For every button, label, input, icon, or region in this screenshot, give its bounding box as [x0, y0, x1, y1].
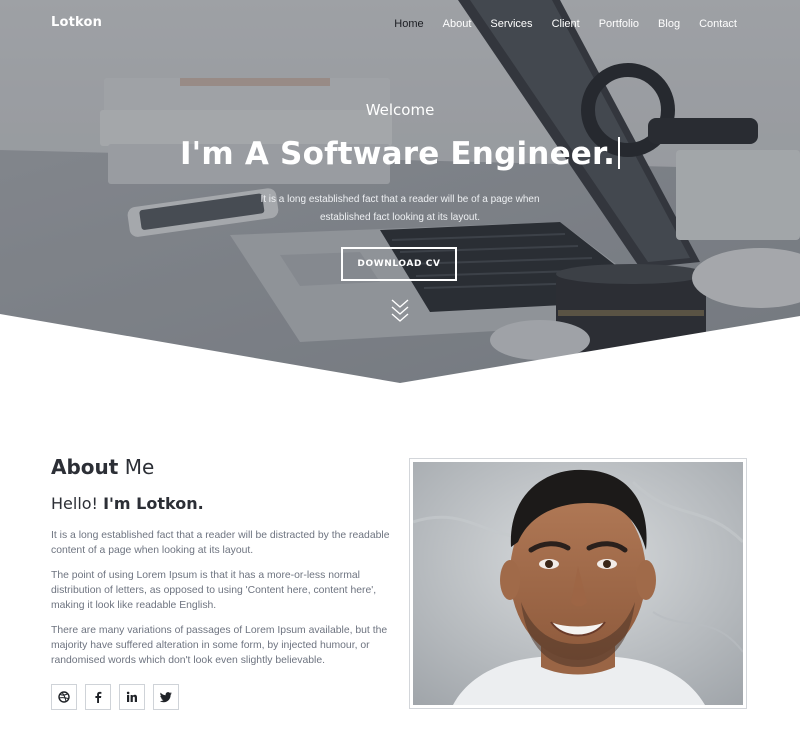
profile-photo — [413, 462, 743, 705]
about-paragraph-1: It is a long established fact that a rea… — [51, 530, 390, 557]
typing-caret — [618, 137, 621, 169]
nav-link-about[interactable]: About — [443, 18, 472, 30]
twitter-icon[interactable] — [153, 684, 179, 710]
hero-tagline: It is a long established fact that a rea… — [260, 194, 540, 223]
profile-photo-frame — [409, 458, 747, 709]
twitter-glyph — [160, 691, 172, 702]
nav-menu: Home About Services Client Portfolio Blo… — [375, 18, 737, 30]
about-heading-bold: About — [51, 455, 119, 479]
about-paragraph-3: There are many variations of passages of… — [51, 625, 388, 667]
chevrons-down-icon[interactable] — [390, 298, 410, 324]
dribbble-icon[interactable] — [51, 684, 77, 710]
nav-link-home[interactable]: Home — [394, 18, 423, 30]
nav-link-portfolio[interactable]: Portfolio — [599, 18, 639, 30]
hero-headline: I'm A Software Engineer. — [179, 136, 616, 172]
about-heading-rest: Me — [118, 455, 155, 479]
linkedin-glyph — [126, 691, 137, 702]
download-cv-button[interactable]: DOWNLOAD CV — [341, 247, 457, 281]
about-paragraph-2: The point of using Lorem Ipsum is that i… — [51, 570, 377, 612]
hero-headline-wrap: I'm A Software Engineer. — [0, 136, 800, 172]
nav-link-blog[interactable]: Blog — [658, 18, 680, 30]
top-navigation: Lotkon Home About Services Client Portfo… — [0, 0, 800, 50]
social-links — [51, 684, 179, 710]
nav-link-contact[interactable]: Contact — [699, 18, 737, 30]
facebook-glyph — [95, 691, 102, 703]
nav-link-services[interactable]: Services — [490, 18, 532, 30]
greeting-name: I'm Lotkon. — [103, 494, 204, 513]
facebook-icon[interactable] — [85, 684, 111, 710]
site-logo[interactable]: Lotkon — [51, 15, 102, 30]
hero-section: Lotkon Home About Services Client Portfo… — [0, 0, 800, 384]
about-heading: About Me — [51, 455, 154, 479]
dribbble-glyph — [58, 691, 70, 703]
hero-welcome: Welcome — [365, 101, 435, 119]
about-greeting: Hello! I'm Lotkon. — [51, 494, 204, 513]
nav-link-client[interactable]: Client — [552, 18, 580, 30]
greeting-prefix: Hello! — [51, 494, 104, 513]
linkedin-icon[interactable] — [119, 684, 145, 710]
